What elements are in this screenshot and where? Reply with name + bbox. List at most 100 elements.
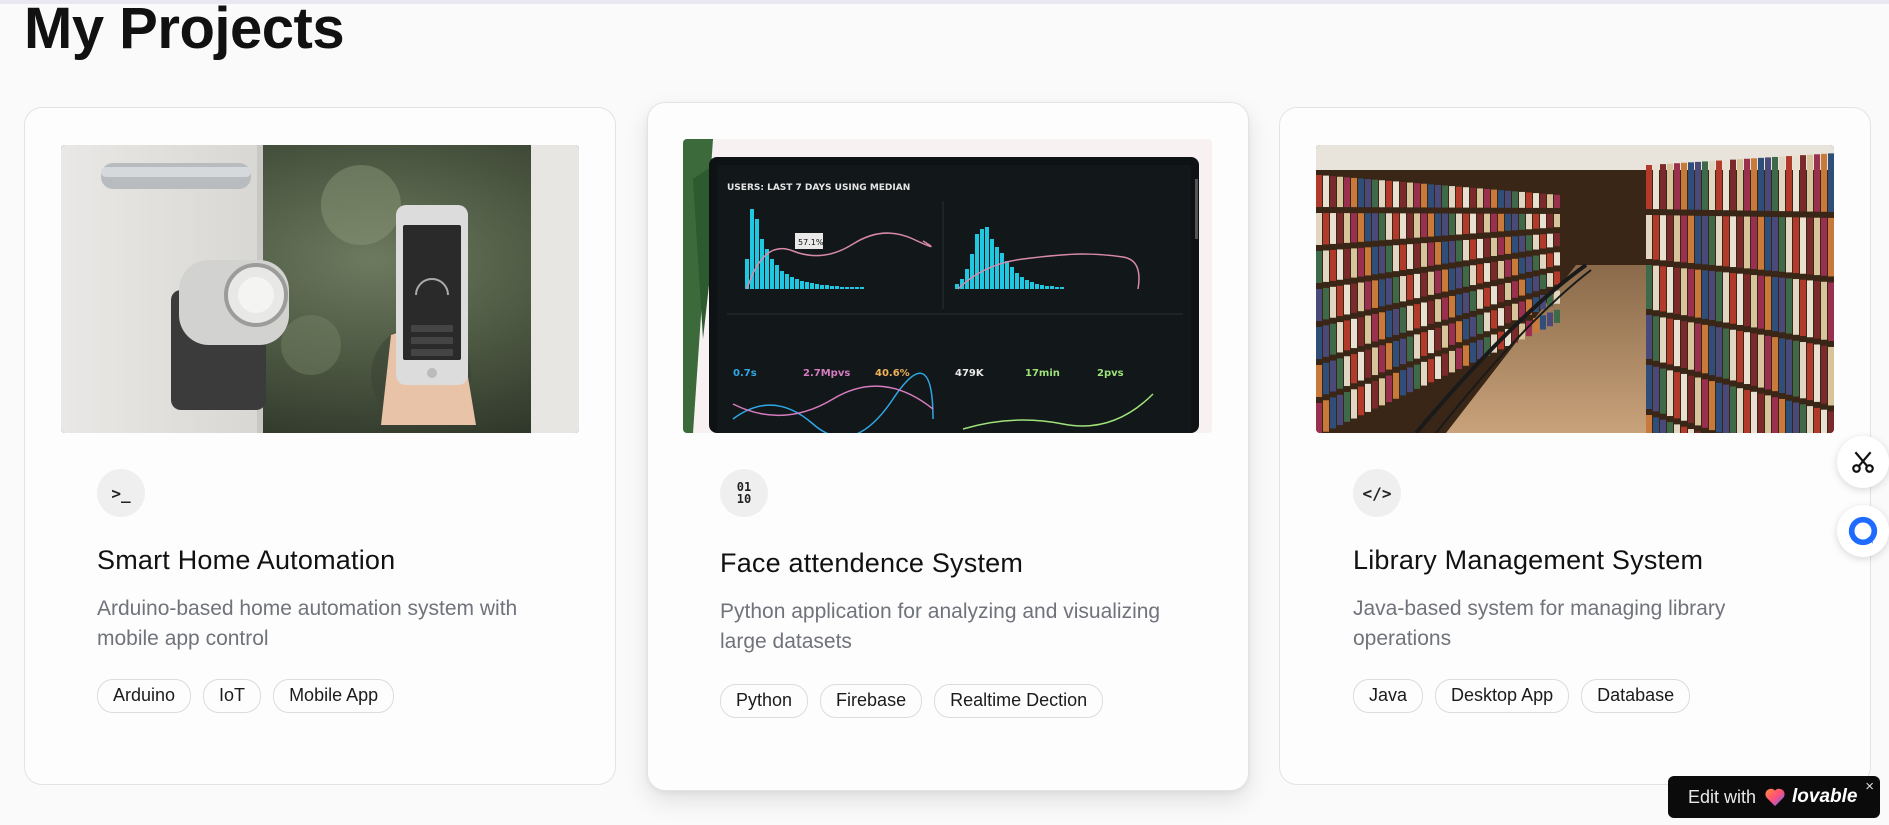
badge-brand: lovable: [1792, 786, 1858, 807]
photo-book-spine: [1821, 345, 1827, 404]
photo-book-spine: [1442, 269, 1448, 292]
photo-book-spine: [1821, 281, 1827, 340]
photo-book-spine: [1372, 246, 1378, 275]
photo-book-spine: [1498, 190, 1504, 208]
photo-book-spine: [1526, 278, 1532, 294]
photo-book-spine: [1660, 317, 1666, 363]
photo-book-spine: [1737, 273, 1743, 325]
photo-histogram-bar: [1015, 273, 1019, 289]
dashboard-metric: 2.7Mpvs: [803, 368, 850, 379]
photo-book-spine: [1505, 305, 1511, 323]
photo-book-spine: [1323, 400, 1329, 432]
photo-book-spine: [1646, 215, 1652, 259]
photo-book-spine: [1316, 365, 1322, 397]
photo-book-spine: [1660, 419, 1666, 433]
photo-book-spine: [1744, 274, 1750, 327]
photo-histogram-bar: [1060, 287, 1064, 289]
photo-book-spine: [1344, 248, 1350, 279]
photo-book-spine: [1786, 156, 1792, 212]
photo-book-spine: [1526, 213, 1532, 230]
photo-histogram-bar: [760, 239, 764, 289]
tag-list: Arduino IoT Mobile App: [97, 679, 395, 713]
dashboard-metric: 2pvs: [1097, 368, 1124, 379]
photo-book-spine: [1505, 213, 1511, 231]
photo-book-spine: [1512, 236, 1518, 253]
photo-book-spine: [1800, 404, 1806, 433]
photo-book-spine: [1316, 327, 1322, 359]
photo-book-spine: [1379, 180, 1385, 208]
badge-close-button[interactable]: ×: [1865, 778, 1874, 795]
photo-book-spine: [1477, 238, 1483, 259]
photo-book-spine: [1470, 239, 1476, 260]
photo-book-spine: [1379, 345, 1385, 373]
photo-book-spine: [1372, 347, 1378, 376]
photo-book-spine: [1449, 241, 1455, 263]
photo-book-spine: [1351, 213, 1357, 243]
photo-book-spine: [1407, 213, 1413, 239]
photo-book-spine: [1386, 213, 1392, 240]
tag: Python: [720, 684, 809, 718]
photo-book-spine: [1814, 154, 1820, 212]
photo-histogram-bar: [815, 284, 819, 289]
photo-book-spine: [1421, 183, 1427, 208]
photo-book-spine: [1365, 179, 1371, 208]
photo-book-spine: [1807, 343, 1813, 401]
photo-book-spine: [1786, 278, 1792, 334]
photo-book-spine: [1709, 271, 1715, 321]
photo-book-spine: [1442, 325, 1448, 348]
photo-book-spine: [1828, 282, 1834, 341]
scissors-icon: [1852, 451, 1874, 473]
photo-histogram-bar: [840, 287, 844, 289]
photo-book-spine: [1351, 318, 1357, 349]
photo-book-spine: [1533, 255, 1539, 271]
photo-book-spine: [1793, 340, 1799, 397]
photo-book-spine: [1463, 345, 1469, 366]
photo-book-spine: [1547, 233, 1553, 248]
photo-histogram-bar: [775, 265, 779, 289]
photo-book-spine: [1393, 245, 1399, 272]
photo-book-spine: [1814, 344, 1820, 402]
photo-book-spine: [1667, 422, 1673, 433]
photo-book-spine: [1737, 388, 1743, 433]
photo-book-spine: [1807, 406, 1813, 433]
photo-book-spine: [1330, 213, 1336, 244]
photo-book-spine: [1758, 275, 1764, 329]
photo-book-spine: [1435, 356, 1441, 379]
photo-book-spine: [1491, 237, 1497, 257]
photo-book-spine: [1821, 153, 1827, 212]
photo-book-spine: [1709, 326, 1715, 376]
photo-book-spine: [1758, 216, 1764, 270]
photo-book-spine: [1807, 280, 1813, 338]
photo-book-spine: [1379, 213, 1385, 241]
chat-button[interactable]: [1837, 505, 1889, 557]
photo-book-spine: [1758, 157, 1764, 211]
photo-book-spine: [1372, 381, 1378, 409]
photo-book-spine: [1491, 189, 1497, 208]
photo-book-spine: [1442, 353, 1448, 376]
photo-book-spine: [1667, 215, 1673, 262]
photo-book-spine: [1786, 217, 1792, 273]
photo-book-spine: [1358, 213, 1364, 242]
photo-book-spine: [1428, 213, 1434, 237]
photo-book-spine: [1323, 287, 1329, 320]
photo-book-spine: [1800, 342, 1806, 399]
photo-book-spine: [1653, 316, 1659, 361]
photo-book-spine: [1660, 368, 1666, 414]
photo-book-spine: [1526, 235, 1532, 251]
photo-book-spine: [1505, 236, 1511, 254]
photo-book-spine: [1765, 395, 1771, 433]
terminal-icon: >_: [97, 469, 145, 517]
photo-book-spine: [1386, 343, 1392, 370]
photo-book-spine: [1730, 159, 1736, 211]
binary-icon: 01 10: [720, 469, 768, 517]
photo-book-spine: [1505, 259, 1511, 277]
photo-histogram-bar: [830, 286, 834, 289]
project-description: Arduino-based home automation system wit…: [97, 597, 518, 650]
photo-book-spine: [1828, 346, 1834, 406]
photo-book-spine: [1716, 160, 1722, 211]
photo-book-spine: [1456, 348, 1462, 370]
edit-with-lovable-badge[interactable]: Edit with lovable ×: [1668, 776, 1880, 818]
photo-book-spine: [1512, 258, 1518, 276]
scissors-button[interactable]: [1837, 436, 1889, 488]
photo-book-spine: [1702, 324, 1708, 374]
